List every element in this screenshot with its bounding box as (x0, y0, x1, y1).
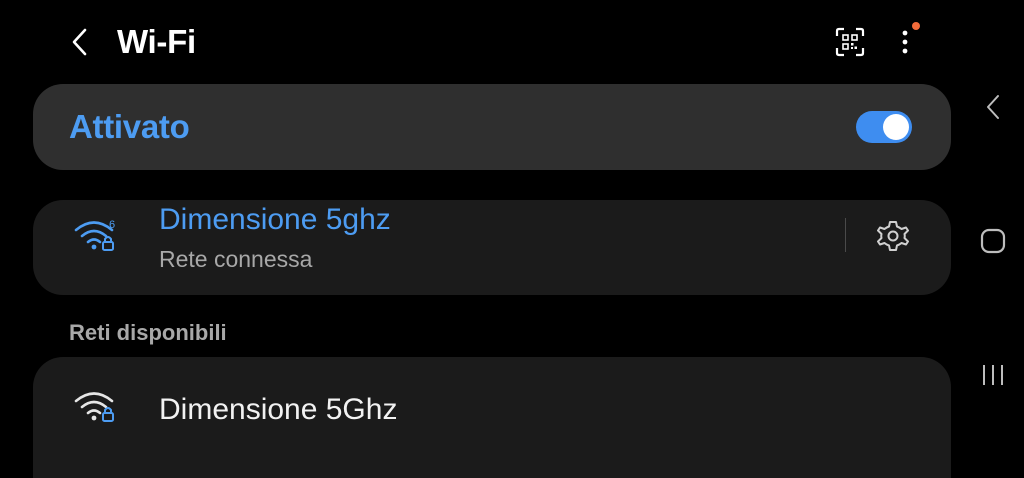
wifi-settings-screen: Wi-Fi Attivato 6 Dimensione 5ghz Rete co… (0, 0, 1024, 478)
nav-back-icon (987, 95, 999, 119)
connected-network-name: Dimensione 5ghz (159, 203, 391, 236)
chevron-left-icon (72, 28, 87, 56)
app-header: Wi-Fi (0, 0, 960, 84)
divider (845, 218, 846, 252)
svg-text:6: 6 (109, 219, 115, 231)
wifi-switch-label: Attivato (69, 108, 190, 145)
wifi-master-switch-row[interactable]: Attivato (33, 84, 951, 170)
wifi-toggle-switch[interactable] (856, 111, 912, 143)
gear-icon (877, 221, 909, 251)
more-vertical-icon (902, 30, 908, 54)
nav-recents-button[interactable] (968, 350, 1018, 400)
nav-home-button[interactable] (968, 216, 1018, 266)
wifi-6-locked-icon: 6 (74, 219, 115, 251)
nav-home-icon (980, 228, 1006, 254)
available-networks-list: Dimensione 5Ghz (33, 357, 951, 478)
wifi-locked-icon (74, 392, 114, 422)
notification-dot (912, 22, 920, 30)
page-title: Wi-Fi (117, 23, 196, 60)
nav-back-button[interactable] (968, 82, 1018, 132)
list-item[interactable]: Dimensione 5Ghz (33, 357, 951, 463)
back-button[interactable] (62, 22, 98, 62)
qr-scan-button[interactable] (832, 24, 868, 60)
connected-network-item[interactable]: 6 Dimensione 5ghz Rete connessa (33, 200, 833, 295)
network-settings-button[interactable] (871, 214, 915, 258)
connected-network-card: 6 Dimensione 5ghz Rete connessa (33, 200, 951, 295)
network-name: Dimensione 5Ghz (159, 393, 398, 426)
qr-code-scan-icon (835, 27, 865, 57)
nav-recents-icon (983, 365, 1003, 385)
connected-network-status: Rete connessa (159, 246, 313, 272)
available-networks-heading: Reti disponibili (69, 320, 227, 345)
toggle-knob (883, 114, 909, 140)
system-navigation-bar (960, 0, 1024, 478)
